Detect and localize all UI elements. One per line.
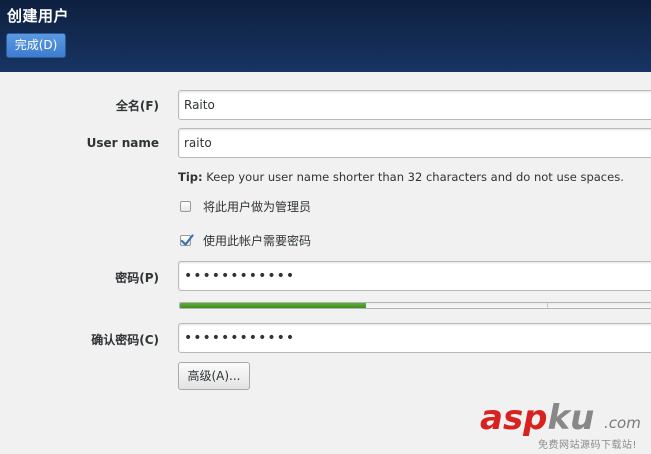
done-button[interactable]: 完成(D) <box>6 33 66 58</box>
fullname-input[interactable] <box>178 90 651 120</box>
username-label: User name <box>86 136 159 150</box>
confirm-password-input[interactable] <box>178 323 651 353</box>
confirm-password-label: 确认密码(C) <box>91 333 159 347</box>
admin-checkbox-label: 将此用户做为管理员 <box>203 199 312 214</box>
advanced-button[interactable]: 高级(A)... <box>178 362 250 390</box>
watermark-brand-gray: ku <box>547 398 595 438</box>
password-strength-fill <box>180 303 367 308</box>
require-password-checkbox-label: 使用此帐户需要密码 <box>203 233 312 248</box>
fullname-label: 全名(F) <box>115 99 159 113</box>
watermark-brand: aspku <box>480 398 594 438</box>
require-password-checkbox-row[interactable]: 使用此帐户需要密码 <box>180 232 311 248</box>
strength-tick <box>547 303 548 308</box>
checkmark-icon <box>180 233 194 246</box>
watermark-logo: aspku .com 免费网站源码下载站! <box>480 398 651 454</box>
require-password-checkbox[interactable] <box>180 233 194 246</box>
admin-checkbox-row[interactable]: 将此用户做为管理员 <box>180 198 311 214</box>
password-label: 密码(P) <box>115 271 159 285</box>
window-title: 创建用户 <box>7 7 70 25</box>
header-bar: 创建用户 完成(D) <box>0 0 651 72</box>
password-strength-bar <box>179 302 651 309</box>
watermark-brand-red: asp <box>480 398 548 438</box>
tip-prefix: Tip: <box>178 170 203 184</box>
password-input[interactable] <box>178 261 651 291</box>
username-tip: Tip: Keep your user name shorter than 32… <box>178 170 624 184</box>
tip-text: Keep your user name shorter than 32 char… <box>202 170 624 184</box>
watermark-domain: .com <box>604 414 641 432</box>
watermark-tagline: 免费网站源码下载站! <box>538 440 638 451</box>
username-input[interactable] <box>178 128 651 158</box>
admin-checkbox[interactable] <box>180 200 191 212</box>
